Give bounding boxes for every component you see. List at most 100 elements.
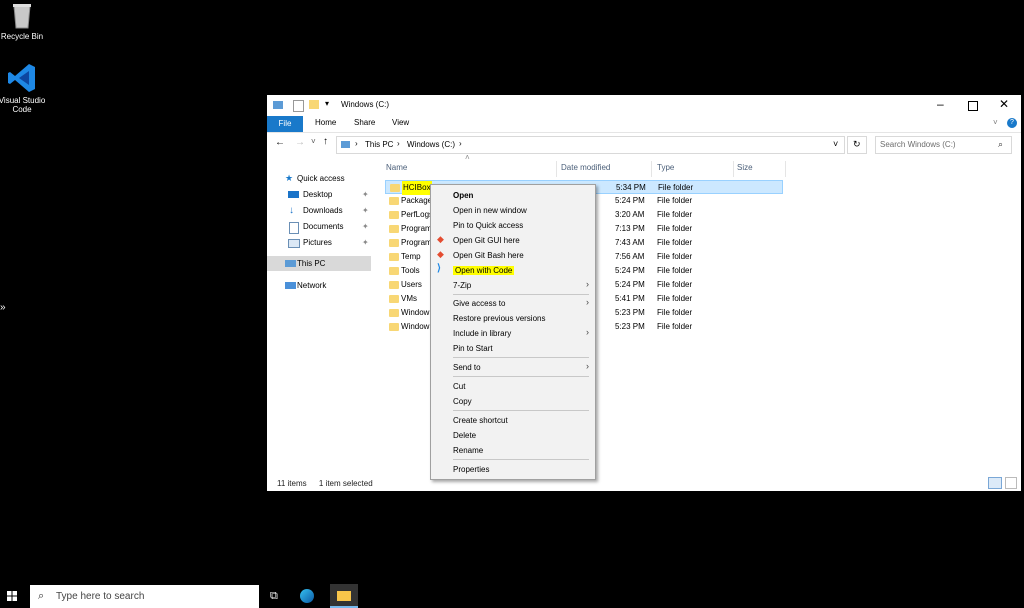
file-name: Window <box>401 308 430 317</box>
expand-arrow-icon[interactable]: » <box>0 302 6 313</box>
folder-icon <box>389 309 399 317</box>
file-date: 7:43 AM <box>615 238 645 247</box>
menu-item-open-new-window[interactable]: Open in new window <box>453 205 527 217</box>
folder-icon <box>389 281 399 289</box>
window-title: Windows (C:) <box>341 100 390 109</box>
breadcrumb-this-pc[interactable]: This PC <box>365 140 393 149</box>
new-folder-icon[interactable] <box>309 100 319 109</box>
menu-item-restore-versions[interactable]: Restore previous versions <box>453 313 545 325</box>
address-dropdown-icon[interactable]: ˅ <box>833 139 838 149</box>
nav-item-label: Downloads <box>303 206 343 215</box>
submenu-arrow-icon: › <box>586 279 589 289</box>
file-date: 5:41 PM <box>615 294 645 303</box>
menu-item-7zip[interactable]: 7-Zip <box>453 280 471 292</box>
menu-separator <box>453 459 589 460</box>
menu-item-cut[interactable]: Cut <box>453 381 465 393</box>
breadcrumb-windows-c[interactable]: Windows (C:) <box>407 140 455 149</box>
file-type: File folder <box>657 210 693 219</box>
menu-item-git-gui[interactable]: Open Git GUI here <box>453 235 520 247</box>
menu-item-send-to[interactable]: Send to <box>453 362 481 374</box>
up-icon[interactable]: ↑ <box>323 136 328 147</box>
nav-this-pc[interactable]: This PC <box>267 256 371 271</box>
menu-separator <box>453 376 589 377</box>
large-icons-view-icon[interactable] <box>1005 477 1017 489</box>
tab-share[interactable]: Share <box>354 118 375 127</box>
nav-item-desktop[interactable]: Desktop ✦ <box>267 187 371 202</box>
folder-icon <box>389 253 399 261</box>
menu-item-give-access[interactable]: Give access to <box>453 298 505 310</box>
menu-item-open-with-code-label: Open with Code <box>453 266 515 275</box>
menu-item-rename[interactable]: Rename <box>453 445 483 457</box>
task-view-icon[interactable]: ⧉ <box>270 590 278 603</box>
file-date: 7:56 AM <box>615 252 645 261</box>
menu-item-properties[interactable]: Properties <box>453 464 489 476</box>
file-name: HCIBox <box>402 181 432 195</box>
column-divider <box>651 161 652 177</box>
nav-network[interactable]: Network <box>267 278 371 293</box>
file-type: File folder <box>657 308 693 317</box>
column-header-name[interactable]: Name <box>386 161 407 175</box>
file-date: 5:23 PM <box>615 308 645 317</box>
qat-dropdown-icon[interactable]: ▾ <box>325 99 329 108</box>
taskbar: ⌕ Type here to search ⧉ <box>0 584 1024 608</box>
downloads-icon: ↓ <box>289 205 294 216</box>
tab-file[interactable]: File <box>267 116 303 132</box>
menu-item-pin-to-start[interactable]: Pin to Start <box>453 343 493 355</box>
taskbar-search[interactable]: ⌕ Type here to search <box>30 585 259 608</box>
file-explorer-taskbar-button[interactable] <box>330 584 358 608</box>
address-bar[interactable]: › This PC › Windows (C:) › ˅ <box>336 136 845 154</box>
close-button[interactable]: ✕ <box>999 97 1009 111</box>
edge-icon[interactable] <box>300 589 314 603</box>
column-divider <box>785 161 786 177</box>
ribbon-expand-icon[interactable]: ˅ <box>993 118 998 127</box>
file-date: 3:20 AM <box>615 210 645 219</box>
menu-item-open[interactable]: Open <box>453 190 473 202</box>
start-button[interactable] <box>7 591 17 601</box>
column-header-date[interactable]: Date modified <box>561 161 610 175</box>
tab-view[interactable]: View <box>392 118 409 127</box>
nav-quick-access[interactable]: ★ Quick access <box>267 171 371 186</box>
file-name: PerfLogs <box>401 210 434 219</box>
menu-item-create-shortcut[interactable]: Create shortcut <box>453 415 508 427</box>
submenu-arrow-icon: › <box>586 361 589 371</box>
recent-dropdown-icon[interactable]: ˅ <box>311 137 316 146</box>
tab-home[interactable]: Home <box>315 118 336 127</box>
nav-item-downloads[interactable]: ↓ Downloads ✦ <box>267 203 371 218</box>
desktop-icon-recycle-bin[interactable]: Recycle Bin <box>0 2 52 41</box>
back-icon[interactable]: ← <box>275 137 285 148</box>
help-icon[interactable]: ? <box>1007 118 1017 128</box>
properties-icon[interactable] <box>293 100 304 112</box>
folder-icon <box>390 184 400 192</box>
file-name: Tools <box>401 266 420 275</box>
nav-network-label: Network <box>297 281 327 290</box>
nav-item-documents[interactable]: Documents ✦ <box>267 219 371 234</box>
desktop-icon-vscode[interactable]: Visual Studio Code <box>0 62 52 114</box>
maximize-button[interactable] <box>968 101 978 111</box>
menu-item-delete[interactable]: Delete <box>453 430 476 442</box>
file-name: Program <box>401 238 432 247</box>
details-view-icon[interactable] <box>988 477 1002 489</box>
file-type: File folder <box>657 280 693 289</box>
minimize-button[interactable]: – <box>937 97 944 111</box>
menu-separator <box>453 410 589 411</box>
refresh-icon: ↻ <box>853 139 861 149</box>
menu-item-pin-quick-access[interactable]: Pin to Quick access <box>453 220 523 232</box>
nav-this-pc-label: This PC <box>297 259 326 268</box>
file-name: VMs <box>401 294 417 303</box>
menu-item-open-with-code[interactable]: Open with Code <box>453 265 515 277</box>
file-type: File folder <box>658 183 694 192</box>
file-type: File folder <box>657 196 693 205</box>
menu-item-include-library[interactable]: Include in library <box>453 328 511 340</box>
column-header-size[interactable]: Size <box>737 161 753 175</box>
column-header-type[interactable]: Type <box>657 161 674 175</box>
file-type: File folder <box>657 252 693 261</box>
refresh-button[interactable]: ↻ <box>847 136 867 154</box>
menu-item-git-bash[interactable]: Open Git Bash here <box>453 250 524 262</box>
file-name: Package <box>401 196 433 205</box>
menu-item-copy[interactable]: Copy <box>453 396 472 408</box>
nav-item-pictures[interactable]: Pictures ✦ <box>267 235 371 250</box>
search-input[interactable]: Search Windows (C:) ⌕ <box>875 136 1012 154</box>
nav-item-label: Documents <box>303 222 344 231</box>
windows-icon <box>7 591 17 601</box>
forward-icon[interactable]: → <box>295 137 305 148</box>
